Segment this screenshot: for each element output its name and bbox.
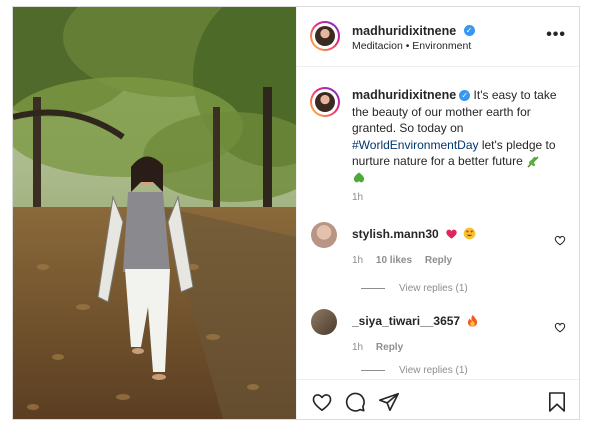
post-action-bar: [297, 379, 579, 419]
red-heart-emoji-icon: [446, 229, 457, 239]
heart-eyes-emoji-icon: [463, 227, 475, 240]
post-video[interactable]: [13, 7, 296, 419]
post-caption: madhuridixitnene ✓ It's easy to take the …: [352, 87, 564, 186]
heart-icon[interactable]: [311, 392, 333, 412]
author-username[interactable]: madhuridixitnene: [352, 24, 456, 38]
comment-reply-button[interactable]: Reply: [376, 342, 403, 353]
post-header: madhuridixitnene ✓ Meditacion • Environm…: [297, 7, 579, 67]
verified-badge-icon: ✓: [463, 25, 475, 37]
verified-badge-icon: ✓: [459, 90, 471, 102]
comment-like-heart-icon[interactable]: [554, 235, 566, 246]
caption-username[interactable]: madhuridixitnene: [352, 88, 456, 102]
comment-reply-button[interactable]: Reply: [425, 255, 452, 266]
comment-time[interactable]: 1h: [352, 342, 363, 353]
comment-username[interactable]: _siya_tiwari__3657: [352, 314, 460, 328]
view-replies-link[interactable]: View replies (1): [361, 365, 468, 376]
view-replies-link[interactable]: View replies (1): [361, 283, 468, 294]
comment-icon[interactable]: [344, 391, 366, 413]
comment-like-heart-icon[interactable]: [554, 322, 566, 333]
view-replies-label: View replies (1): [399, 365, 468, 376]
divider: [361, 287, 385, 289]
video-frame-illustration: [13, 7, 296, 419]
comment-likes[interactable]: 10 likes: [376, 255, 412, 266]
post-side-panel: madhuridixitnene ✓ Meditacion • Environm…: [296, 7, 579, 419]
author-avatar[interactable]: [310, 21, 340, 51]
bookmark-icon[interactable]: [548, 391, 566, 413]
caption-avatar[interactable]: [310, 87, 340, 117]
instagram-post: madhuridixitnene ✓ Meditacion • Environm…: [12, 6, 580, 420]
commenter-avatar[interactable]: [311, 222, 337, 248]
more-options-icon[interactable]: •••: [546, 26, 566, 44]
hashtag-link[interactable]: #WorldEnvironmentDay: [352, 138, 479, 152]
comment-username[interactable]: stylish.mann30: [352, 227, 439, 241]
green-heart-emoji-icon: [353, 172, 365, 183]
fire-emoji-icon: [467, 315, 477, 327]
share-icon[interactable]: [378, 391, 400, 413]
view-replies-label: View replies (1): [399, 283, 468, 294]
post-location[interactable]: Meditacion • Environment: [352, 40, 471, 52]
commenter-avatar[interactable]: [311, 309, 337, 335]
herb-emoji-icon: [527, 156, 539, 168]
caption-time[interactable]: 1h: [352, 192, 363, 203]
comment-meta: 1h Reply: [352, 342, 413, 353]
comment-time[interactable]: 1h: [352, 255, 363, 266]
comment-meta: 1h 10 likes Reply: [352, 255, 462, 266]
divider: [361, 369, 385, 371]
